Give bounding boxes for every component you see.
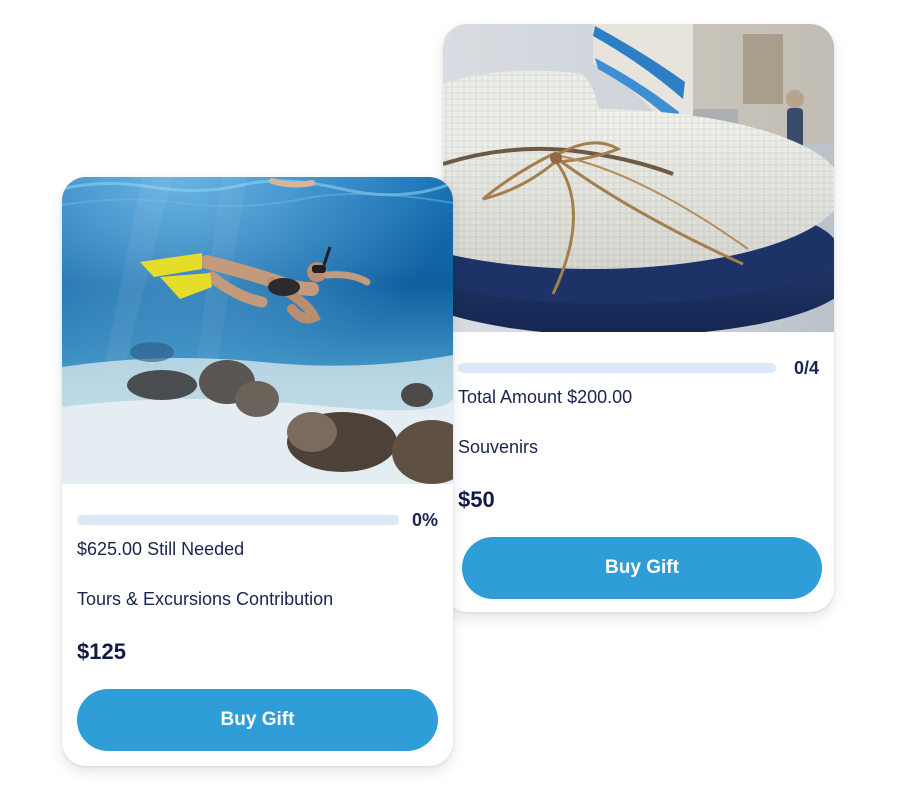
progress-label: 0% (411, 510, 438, 530)
gift-card-tours: 0% $625.00 Still Needed Tours & Excursio… (62, 177, 453, 766)
gift-card-souvenirs: 0/4 Total Amount $200.00 Souvenirs $50 B… (443, 24, 834, 612)
snorkeler-image (62, 177, 453, 484)
gift-title: Souvenirs (458, 437, 539, 457)
buy-gift-button[interactable]: Buy Gift (77, 689, 438, 751)
progress-label: 0/4 (793, 358, 819, 378)
amount-text: $625.00 Still Needed (77, 539, 245, 559)
progress-row: 0/4 (458, 357, 819, 379)
progress-bar (458, 363, 776, 373)
progress-row: 0% (77, 509, 438, 531)
buy-gift-button[interactable]: Buy Gift (462, 537, 822, 599)
progress-bar (77, 515, 399, 525)
amount-text: Total Amount $200.00 (458, 387, 633, 407)
gift-title: Tours & Excursions Contribution (77, 589, 334, 609)
straw-hats-image (443, 24, 834, 332)
gift-price: $125 (77, 639, 126, 664)
gift-price: $50 (458, 487, 495, 512)
